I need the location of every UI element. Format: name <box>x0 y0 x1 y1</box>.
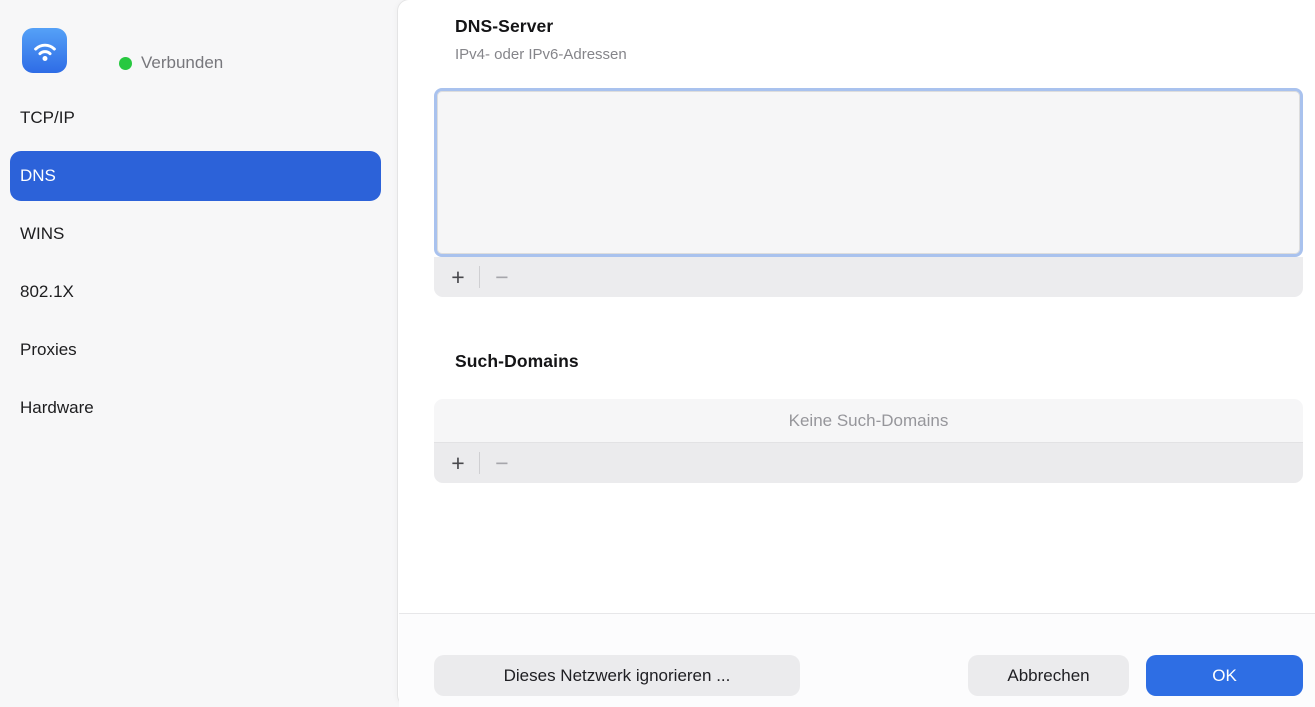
dns-server-title: DNS-Server <box>455 16 553 37</box>
sidebar-item-wins[interactable]: WINS <box>10 209 381 259</box>
sidebar-item-8021x[interactable]: 802.1X <box>10 267 381 317</box>
ok-button[interactable]: OK <box>1146 655 1303 696</box>
sidebar-item-proxies[interactable]: Proxies <box>10 325 381 375</box>
dns-list-toolbar: + − <box>434 257 1303 297</box>
search-domains-title: Such-Domains <box>455 351 579 372</box>
dns-remove-button[interactable]: − <box>489 263 515 291</box>
search-domains-toolbar: + − <box>434 443 1303 483</box>
dns-add-button[interactable]: + <box>445 263 471 291</box>
dns-server-subtitle: IPv4- oder IPv6-Adressen <box>455 46 627 63</box>
search-domains-add-button[interactable]: + <box>445 449 471 477</box>
search-domains-remove-button[interactable]: − <box>489 449 515 477</box>
cancel-button[interactable]: Abbrechen <box>968 655 1129 696</box>
toolbar-divider <box>479 452 480 474</box>
sidebar-item-tcpip[interactable]: TCP/IP <box>10 93 381 143</box>
dns-server-list[interactable] <box>434 88 1303 257</box>
sidebar-item-dns[interactable]: DNS <box>10 151 381 201</box>
search-domains-list[interactable]: Keine Such-Domains <box>434 399 1303 443</box>
sidebar-item-hardware[interactable]: Hardware <box>10 383 381 433</box>
status-dot-icon <box>119 57 132 70</box>
wifi-icon <box>22 28 67 73</box>
search-domains-empty-text: Keine Such-Domains <box>789 411 949 431</box>
toolbar-divider <box>479 266 480 288</box>
status-label: Verbunden <box>141 53 223 73</box>
sidebar-nav: TCP/IP DNS WINS 802.1X Proxies Hardware <box>10 93 381 433</box>
ignore-network-button[interactable]: Dieses Netzwerk ignorieren ... <box>434 655 800 696</box>
connection-status: Verbunden <box>119 53 223 73</box>
